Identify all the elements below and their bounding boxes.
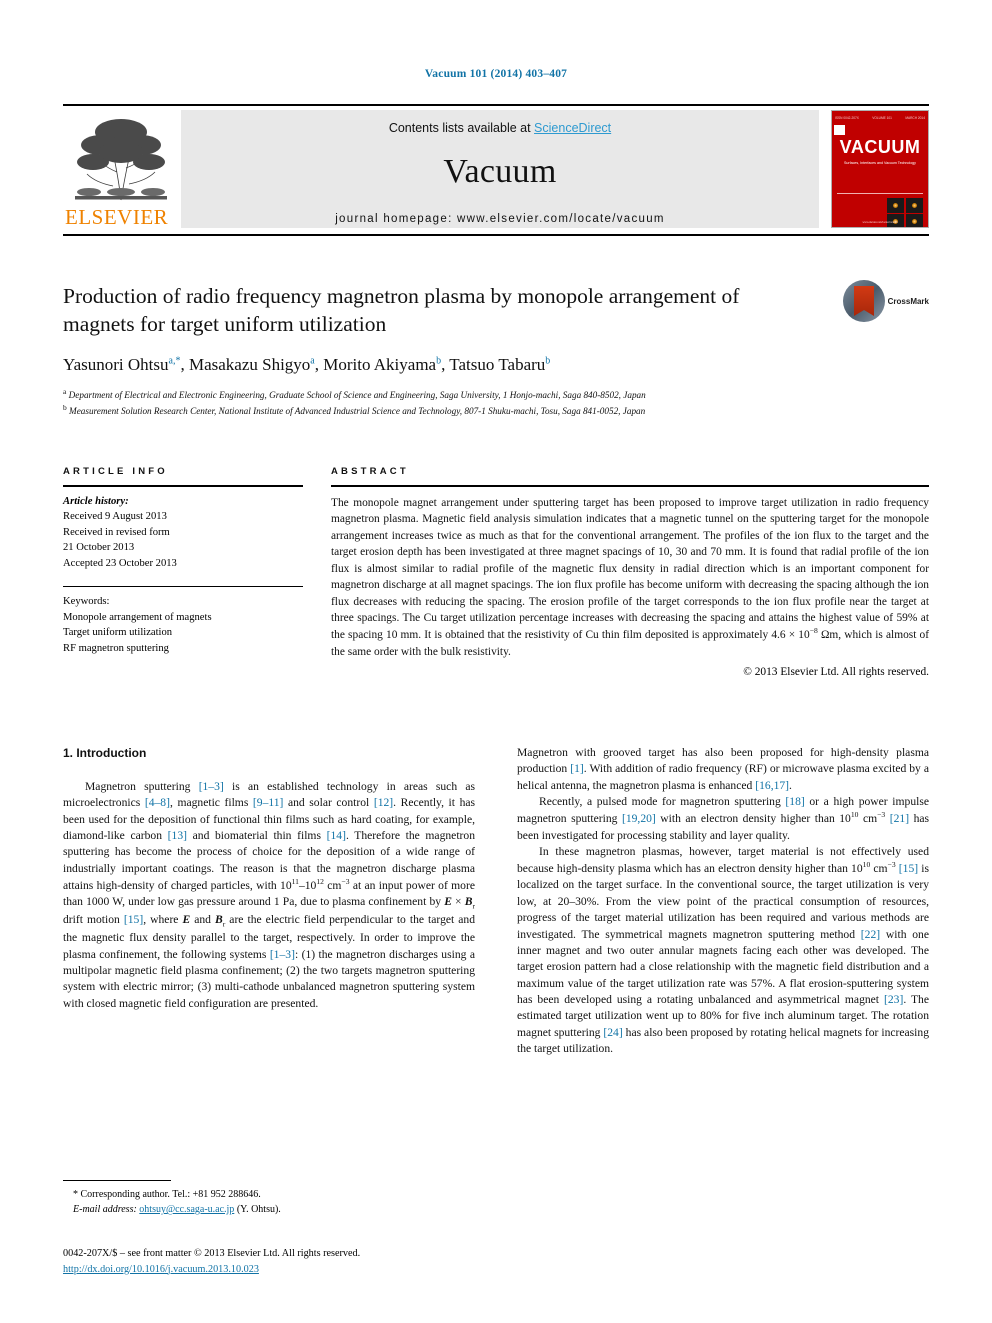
elsevier-tree-icon: [69, 112, 173, 204]
contents-lists-line: Contents lists available at ScienceDirec…: [181, 110, 819, 135]
article-info-heading: ARTICLE INFO: [63, 466, 168, 477]
article-history-label: Article history:: [63, 496, 129, 507]
keywords-label: Keywords:: [63, 596, 110, 608]
footnote-block: * Corresponding author. Tel.: +81 952 28…: [63, 1180, 475, 1217]
elsevier-logo: ELSEVIER: [63, 110, 181, 229]
affiliations: a Department of Electrical and Electroni…: [63, 386, 929, 419]
cover-title: VACUUM: [839, 137, 921, 157]
masthead-center-panel: Contents lists available at ScienceDirec…: [181, 110, 819, 228]
sciencedirect-link[interactable]: ScienceDirect: [534, 121, 611, 135]
paragraph: Magnetron sputtering [1–3] is an establi…: [63, 779, 476, 1010]
contents-prefix: Contents lists available at: [388, 121, 535, 135]
journal-homepage-line[interactable]: journal homepage: www.elsevier.com/locat…: [181, 213, 819, 225]
cover-volume: VOLUME 101: [872, 115, 892, 120]
paragraph: Recently, a pulsed mode for magnetron sp…: [517, 795, 930, 842]
crossmark-badge-group[interactable]: CrossMark: [843, 280, 929, 322]
cover-footer-url: www.elsevier.com/locate/vacuum: [862, 221, 898, 224]
keyword-item: Monopole arrangement of magnets: [63, 611, 212, 623]
body-column-left: 1. Introduction Magnetron sputtering [1–…: [63, 745, 475, 1012]
cover-issn: ISSN 0042-207X: [835, 115, 859, 120]
elsevier-wordmark: ELSEVIER: [65, 205, 169, 229]
abstract-text: The monopole magnet arrangement under sp…: [331, 497, 929, 658]
masthead-top-rule: [63, 104, 929, 106]
frontmatter-block: 0042-207X/$ – see front matter © 2013 El…: [63, 1246, 623, 1277]
body-column-right: Magnetron with grooved target has also b…: [517, 745, 929, 1057]
cover-topbar: ISSN 0042-207X VOLUME 101 MARCH 2014: [832, 111, 928, 124]
received-date: Received 9 August 2013: [63, 511, 167, 523]
accepted-date: Accepted 23 October 2013: [63, 557, 177, 569]
frontmatter-line: 0042-207X/$ – see front matter © 2013 El…: [63, 1248, 361, 1259]
keyword-item: RF magnetron sputtering: [63, 642, 169, 654]
journal-article-page: Vacuum 101 (2014) 403–407 ELSEVIER Conte…: [0, 0, 992, 1323]
revised-date: 21 October 2013: [63, 542, 135, 554]
title-block: CrossMark Production of radio frequency …: [63, 280, 929, 419]
keyword-item: Target uniform utilization: [63, 627, 173, 639]
email-label: E-mail address:: [73, 1204, 137, 1215]
cover-editor-block: [832, 170, 928, 187]
crossmark-icon: [843, 280, 885, 322]
cover-subtitle: Surfaces, Interfaces and Vacuum Technolo…: [844, 161, 916, 165]
journal-cover-thumbnail: ISSN 0042-207X VOLUME 101 MARCH 2014 VAC…: [831, 110, 929, 228]
abstract-column: ABSTRACT The monopole magnet arrangement…: [331, 466, 929, 678]
author-list: Yasunori Ohtsua,*, Masakazu Shigyoa, Mor…: [63, 354, 551, 374]
affiliation-a-text: Department of Electrical and Electronic …: [68, 389, 646, 400]
info-abstract-region: ARTICLE INFO Article history: Received 9…: [63, 466, 929, 678]
journal-title: Vacuum: [443, 153, 557, 190]
article-info-column: ARTICLE INFO Article history: Received 9…: [63, 466, 303, 678]
page-title: Production of radio frequency magnetron …: [63, 284, 740, 337]
affiliation-b-text: Measurement Solution Research Center, Na…: [69, 406, 646, 417]
email-note: E-mail address: ohtsuy@cc.saga-u.ac.jp (…: [63, 1202, 475, 1217]
crossmark-label: CrossMark: [887, 297, 929, 306]
article-history-block: Article history: Received 9 August 2013 …: [63, 487, 303, 571]
doi-link[interactable]: http://dx.doi.org/10.1016/j.vacuum.2013.…: [63, 1264, 259, 1275]
cover-publisher-mark: [834, 125, 845, 135]
running-head: Vacuum 101 (2014) 403–407: [424, 68, 568, 80]
revised-label: Received in revised form: [63, 526, 170, 538]
abstract-heading: ABSTRACT: [331, 466, 409, 477]
masthead-bottom-rule: [63, 234, 929, 236]
corresponding-author-note: * Corresponding author. Tel.: +81 952 28…: [73, 1189, 261, 1200]
keywords-block: Keywords: Monopole arrangement of magnet…: [63, 587, 303, 656]
affiliation-b: b Measurement Solution Research Center, …: [63, 403, 646, 417]
cover-date: MARCH 2014: [905, 115, 925, 120]
body-columns: 1. Introduction Magnetron sputtering [1–…: [63, 745, 929, 1235]
footnote-rule: [63, 1180, 171, 1181]
journal-masthead: ELSEVIER Contents lists available at Sci…: [63, 104, 929, 236]
abstract-copyright: © 2013 Elsevier Ltd. All rights reserved…: [743, 666, 929, 679]
email-link[interactable]: ohtsuy@cc.saga-u.ac.jp: [139, 1204, 234, 1215]
section-heading-introduction: 1. Introduction: [63, 746, 147, 760]
email-owner: (Y. Ohtsu).: [236, 1204, 281, 1215]
paragraph: Magnetron with grooved target has also b…: [517, 746, 929, 792]
affiliation-a: a Department of Electrical and Electroni…: [63, 386, 646, 400]
paragraph: In these magnetron plasmas, however, tar…: [517, 844, 930, 1055]
